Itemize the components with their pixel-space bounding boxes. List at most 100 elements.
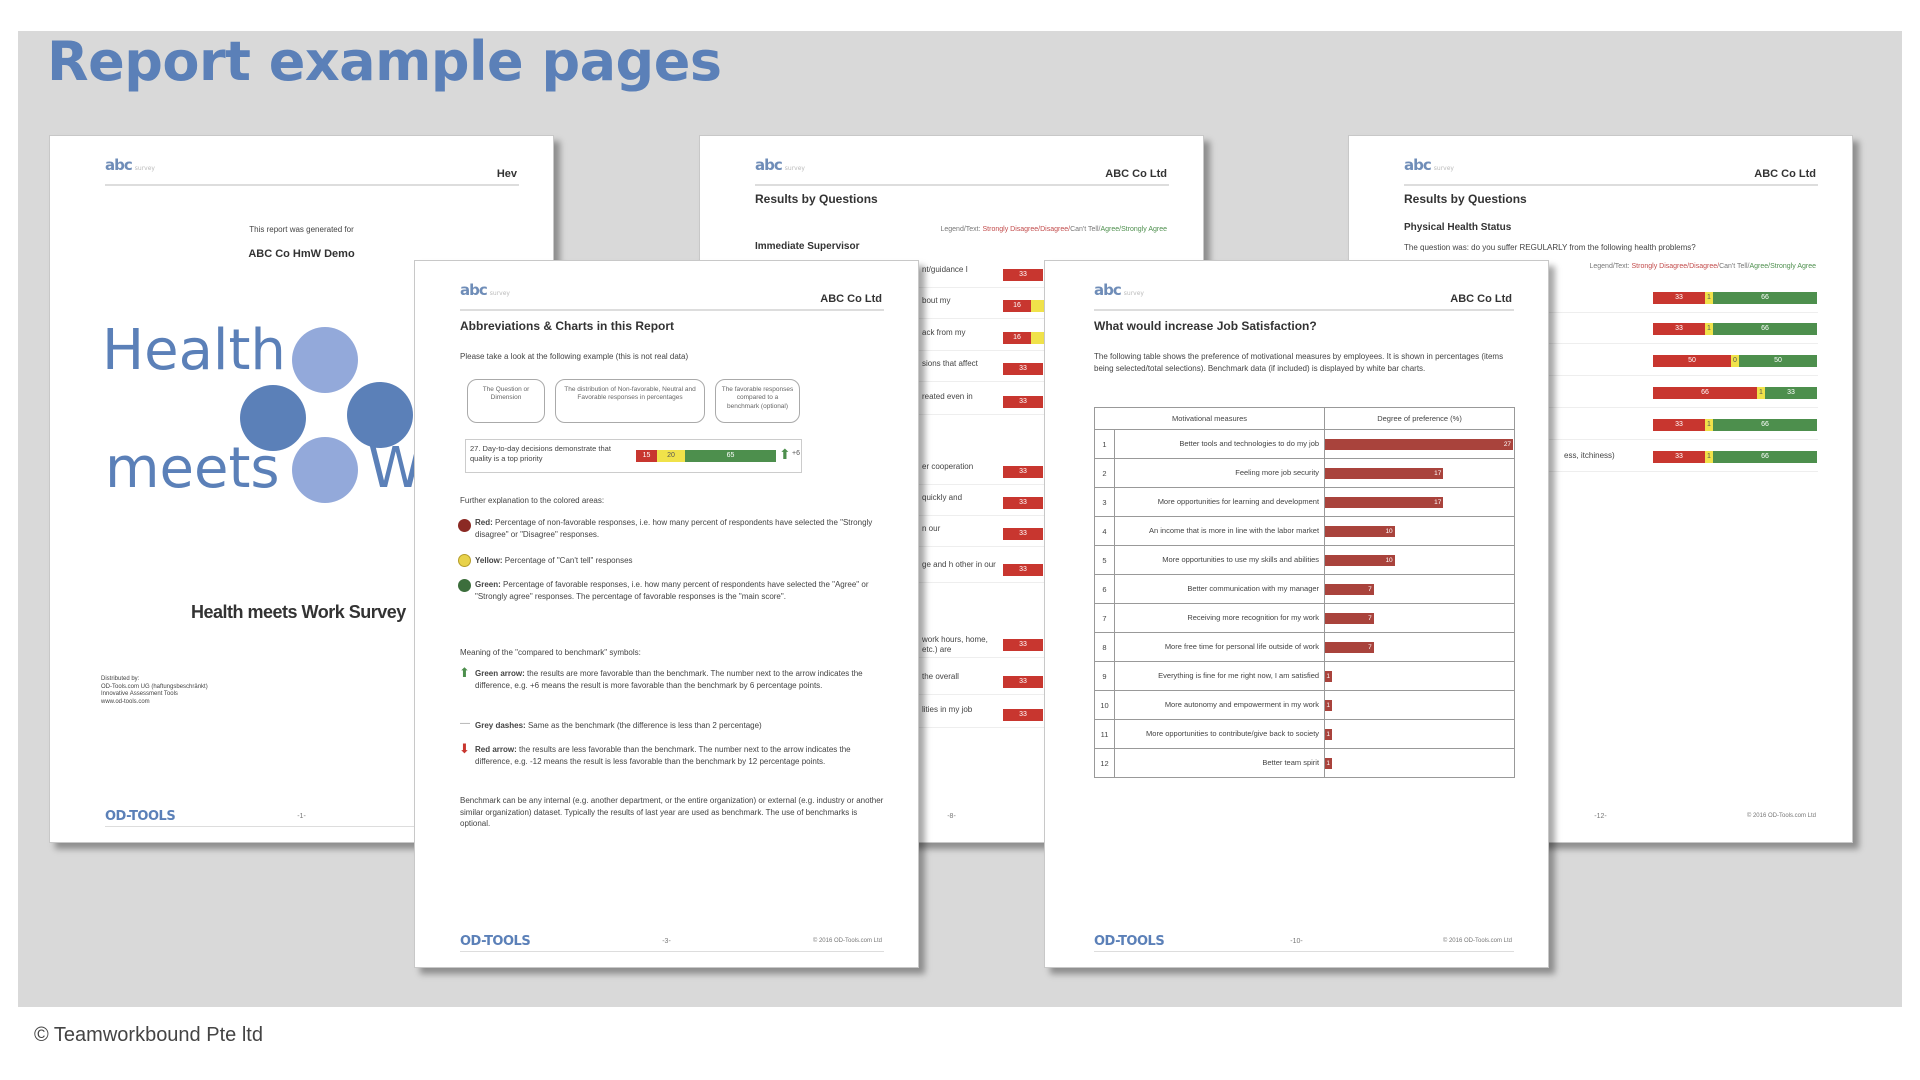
green-segment: 66	[1713, 419, 1817, 431]
question-text: work hours, home, etc.) are	[922, 635, 988, 655]
preference-cell: 27	[1324, 429, 1515, 459]
preference-cell: 1	[1324, 748, 1515, 778]
result-bar: 33 1 66	[1653, 323, 1817, 335]
question-text: lities in my job	[922, 705, 973, 714]
question-text: reated even in	[922, 392, 973, 401]
red-segment: 50	[1653, 355, 1731, 367]
preference-bar: 7	[1325, 641, 1374, 653]
preference-bar: 17	[1325, 496, 1444, 508]
red-dot-icon	[458, 519, 471, 532]
yellow-segment: 20	[657, 450, 685, 462]
preference-bar: 7	[1325, 583, 1374, 595]
table-row: 8 More free time for personal life outsid…	[1094, 632, 1515, 662]
slide-title: Report example pages	[47, 30, 722, 93]
red-arrow-explanation: Red arrow: the results are less favorabl…	[475, 745, 851, 766]
abc-logo: abc survey	[1404, 156, 1454, 174]
green-segment: 66	[1713, 323, 1817, 335]
neutral-segment: 0	[1731, 355, 1739, 367]
intro-text: Please take a look at the following exam…	[460, 352, 689, 361]
green-explanation: Green: Percentage of favorable responses…	[475, 580, 869, 601]
red-segment: 16	[1003, 300, 1031, 312]
red-segment: 66	[1653, 387, 1757, 399]
preference-cell: 7	[1324, 632, 1515, 662]
page-heading: Results by Questions	[1404, 192, 1527, 206]
question-text: nt/guidance I	[922, 265, 968, 274]
measure-label: More autonomy and empowerment in my work	[1113, 690, 1326, 720]
company-name: ABC Co Ltd	[820, 293, 882, 305]
table-row: 5 More opportunities to use my skills and…	[1094, 545, 1515, 575]
table-row: 9 Everything is fine for me right now, I …	[1094, 661, 1515, 691]
client-name: ABC Co HmW Demo	[248, 248, 355, 260]
red-explanation: Red: Percentage of non-favorable respons…	[475, 518, 873, 539]
red-segment: 33	[1003, 269, 1043, 281]
row-number: 3	[1094, 487, 1115, 517]
abc-logo: abc survey	[460, 281, 510, 299]
measure-label: Better communication with my manager	[1113, 574, 1326, 604]
red-segment: 16	[1003, 332, 1031, 344]
divider	[105, 184, 519, 186]
neutral-segment: 1	[1705, 419, 1713, 431]
divider	[460, 309, 884, 311]
red-segment: 33	[1653, 419, 1705, 431]
grey-dash-icon: —	[460, 718, 470, 729]
yellow-dot-icon	[458, 554, 471, 567]
table-row: 4 An income that is more in line with the…	[1094, 516, 1515, 546]
question-text: ack from my	[922, 328, 966, 337]
red-segment: 33	[1003, 709, 1043, 721]
red-segment: 33	[1003, 363, 1043, 375]
copyright: © 2016 OD-Tools.com Ltd	[1746, 813, 1816, 819]
divider	[1094, 309, 1514, 311]
red-segment: 33	[1653, 323, 1705, 335]
question-text: er cooperation	[922, 462, 974, 471]
row-number: 8	[1094, 632, 1115, 662]
question-text: The question was: do you suffer REGULARL…	[1404, 243, 1696, 252]
row-number: 7	[1094, 603, 1115, 633]
preference-bar: 1	[1325, 728, 1333, 740]
neutral-segment: 1	[1757, 387, 1765, 399]
abc-logo: abc survey	[105, 156, 155, 174]
company-name: ABC Co Ltd	[1754, 168, 1816, 180]
copyright-footer: © Teamworkbound Pte ltd	[34, 1024, 263, 1046]
grey-dash-explanation: Grey dashes: Same as the benchmark (the …	[475, 721, 762, 730]
question-text: the overall	[922, 672, 959, 681]
preference-bar: 1	[1325, 757, 1333, 769]
green-arrow-up-icon: ⬆	[459, 665, 470, 680]
delta-value: +6	[792, 450, 800, 457]
question-text: ess, itchiness)	[1564, 451, 1615, 460]
red-arrow-down-icon: ⬇	[459, 741, 470, 756]
red-segment: 33	[1003, 497, 1043, 509]
company-name: ABC Co Ltd	[1105, 168, 1167, 180]
neutral-segment: 1	[1705, 323, 1713, 335]
red-segment: 33	[1003, 639, 1043, 651]
preference-bar: 10	[1325, 525, 1395, 537]
preference-bar: 1	[1325, 670, 1333, 682]
page-heading: Results by Questions	[755, 192, 878, 206]
measure-label: Receiving more recognition for my work	[1113, 603, 1326, 633]
divider	[755, 184, 1169, 186]
preference-cell: 17	[1324, 487, 1515, 517]
red-segment: 33	[1003, 564, 1043, 576]
row-number: 11	[1094, 719, 1115, 749]
table-row: 1 Better tools and technologies to do my …	[1094, 429, 1515, 459]
company-name: ABC Co Ltd	[1450, 293, 1512, 305]
row-number: 9	[1094, 661, 1115, 691]
question-text: sions that affect	[922, 359, 978, 368]
green-arrow-up-icon: ⬆	[779, 446, 791, 462]
measure-label: More opportunities to use my skills and …	[1113, 545, 1326, 575]
column-header: Motivational measures	[1093, 407, 1326, 430]
green-segment: 66	[1713, 292, 1817, 304]
preference-cell: 1	[1324, 719, 1515, 749]
abc-logo: abc survey	[1094, 281, 1144, 299]
measure-label: Better tools and technologies to do my j…	[1113, 429, 1326, 459]
result-bar: 66 1 33	[1653, 387, 1817, 399]
measure-label: Everything is fine for me right now, I a…	[1113, 661, 1326, 691]
preference-cell: 17	[1324, 458, 1515, 488]
preference-bar: 7	[1325, 612, 1374, 624]
row-number: 12	[1094, 748, 1115, 778]
preference-bar: 10	[1325, 554, 1395, 566]
example-row: 27. Day-to-day decisions demonstrate tha…	[465, 439, 802, 473]
callout-benchmark: The favorable responses compared to a be…	[715, 379, 800, 423]
legend: Legend/Text: Strongly Disagree/Disagree/…	[1589, 263, 1816, 270]
page-heading: Abbreviations & Charts in this Report	[460, 319, 675, 333]
green-segment: 65	[685, 450, 776, 462]
